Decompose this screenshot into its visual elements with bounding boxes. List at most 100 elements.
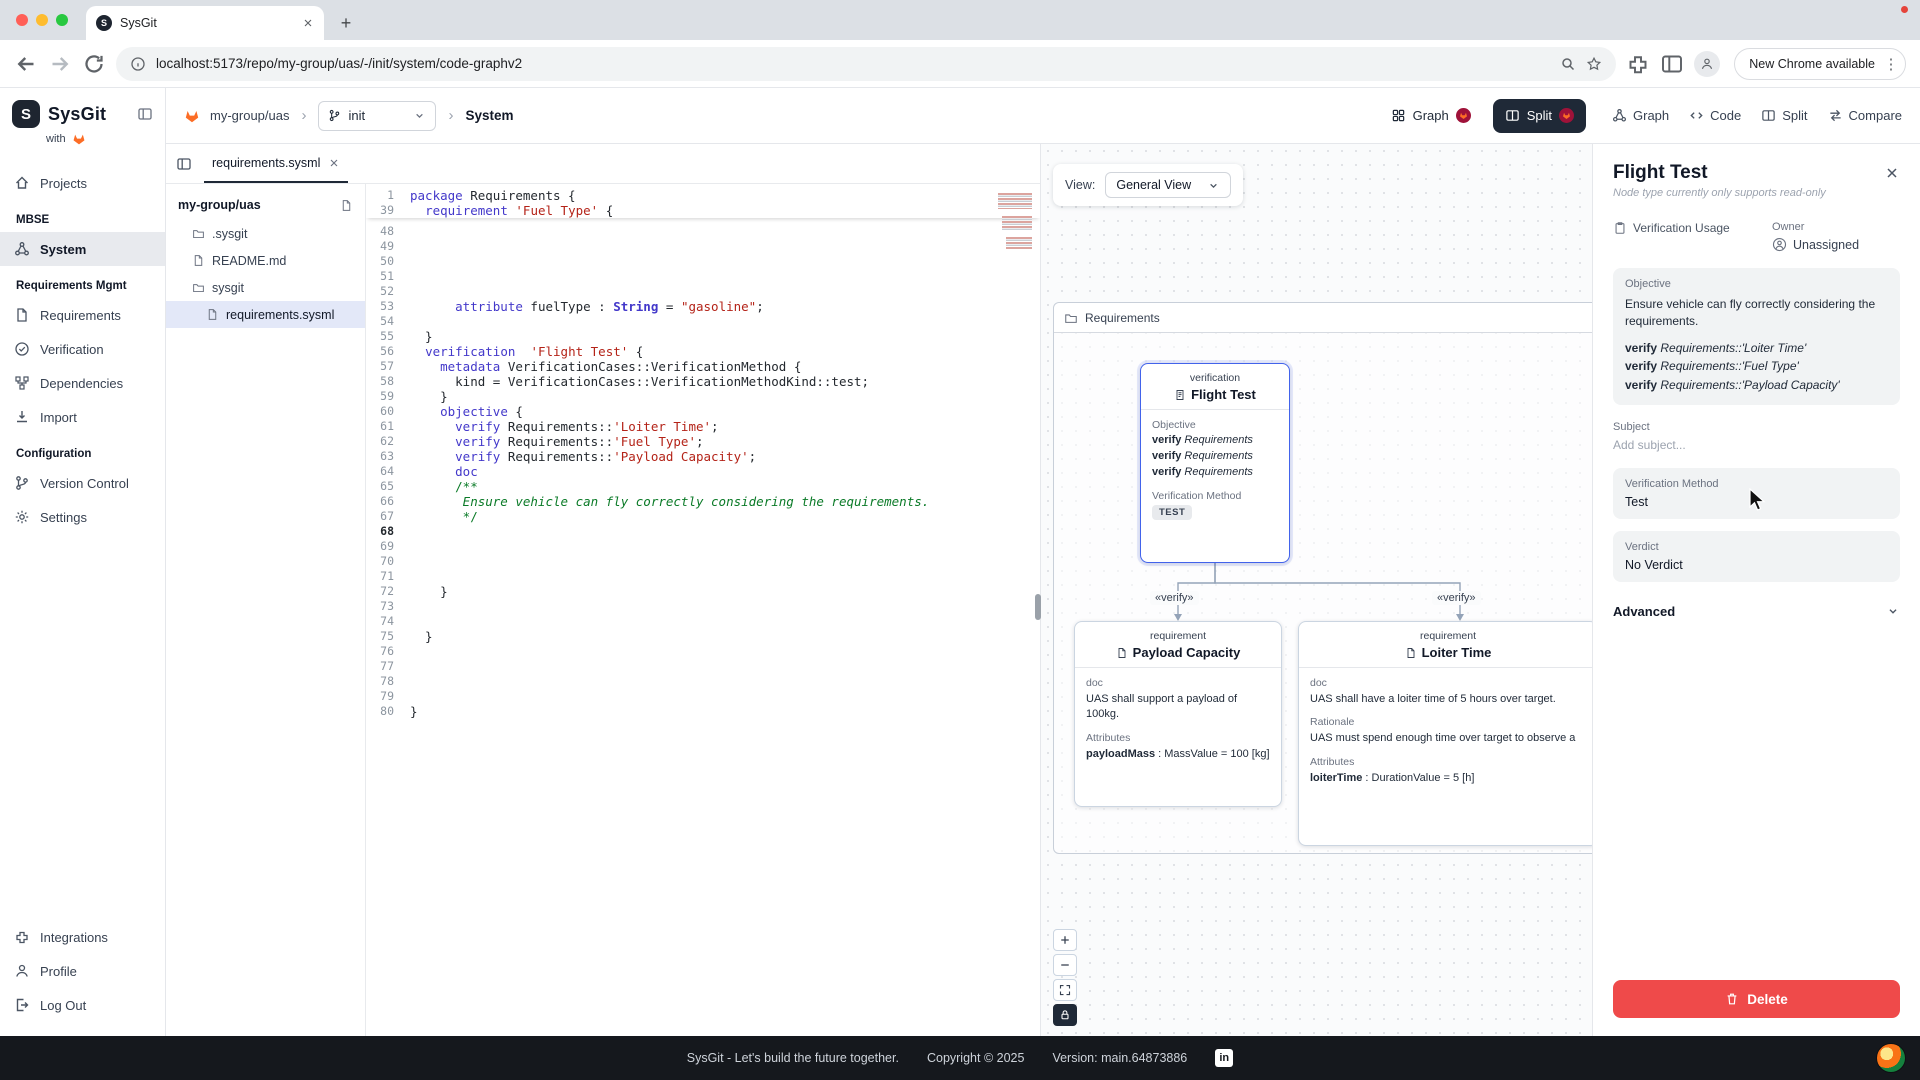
breadcrumb-repo[interactable]: my-group/uas: [210, 108, 289, 123]
split-drag-handle[interactable]: [1035, 594, 1041, 620]
code-line[interactable]: 51: [366, 269, 1040, 284]
site-info-icon[interactable]: [130, 56, 146, 72]
graph-node-loiter-time[interactable]: requirement Loiter Time doc UAS shall ha…: [1298, 621, 1592, 846]
close-icon[interactable]: [1884, 165, 1900, 181]
address-bar[interactable]: localhost:5173/repo/my-group/uas/-/init/…: [116, 46, 1617, 81]
sidebar-item-log-out[interactable]: Log Out: [0, 988, 165, 1022]
code-line[interactable]: 58 kind = VerificationCases::Verificatio…: [366, 374, 1040, 389]
sidebar-item-settings[interactable]: Settings: [0, 500, 165, 534]
sidebar-item-dependencies[interactable]: Dependencies: [0, 366, 165, 400]
code-line[interactable]: 69: [366, 539, 1040, 554]
sidebar-item-import[interactable]: Import: [0, 400, 165, 434]
tree-item-sysgit[interactable]: .sysgit: [166, 220, 365, 247]
code-line[interactable]: 39 requirement 'Fuel Type' {: [366, 203, 1040, 218]
code-line[interactable]: 74: [366, 614, 1040, 629]
view-button-graph[interactable]: Graph: [1378, 98, 1483, 133]
branch-selector[interactable]: init: [318, 100, 437, 131]
window-close-button[interactable]: [16, 14, 28, 26]
tab-close-icon[interactable]: [328, 157, 340, 169]
search-icon[interactable]: [1560, 56, 1576, 72]
advanced-toggle[interactable]: Advanced: [1613, 604, 1900, 619]
code-line[interactable]: 50: [366, 254, 1040, 269]
requirements-package-container[interactable]: Requirements «verify» «verify» verificat…: [1053, 302, 1592, 854]
code-line[interactable]: 57 metadata VerificationCases::Verificat…: [366, 359, 1040, 374]
browser-menu-icon[interactable]: ⋮: [1883, 55, 1899, 73]
extensions-icon[interactable]: [1626, 52, 1650, 76]
tree-item-requirements-sysml[interactable]: requirements.sysml: [166, 301, 365, 328]
reading-list-icon[interactable]: [1660, 52, 1684, 76]
code-editor[interactable]: 1 package Requirements {39 requirement 'F…: [366, 184, 1040, 1036]
mode-button-code[interactable]: Code: [1689, 108, 1741, 123]
chrome-update-button[interactable]: New Chrome available ⋮: [1734, 47, 1906, 80]
code-line[interactable]: 48: [366, 224, 1040, 239]
file-tab[interactable]: requirements.sysml: [204, 144, 349, 183]
code-line[interactable]: 80}: [366, 704, 1040, 719]
code-line[interactable]: 52: [366, 284, 1040, 299]
tab-close-icon[interactable]: [302, 17, 314, 29]
back-icon[interactable]: [14, 52, 38, 76]
code-line[interactable]: 66 Ensure vehicle can fly correctly cons…: [366, 494, 1040, 509]
sidebar-item-projects[interactable]: Projects: [0, 166, 165, 200]
window-maximize-button[interactable]: [56, 14, 68, 26]
code-line[interactable]: 67 */: [366, 509, 1040, 524]
code-line[interactable]: 55 }: [366, 329, 1040, 344]
graph-panel[interactable]: View: General View Requirements «verify»…: [1040, 144, 1592, 1036]
sidebar-item-integrations[interactable]: Integrations: [0, 920, 165, 954]
code-line[interactable]: 59 }: [366, 389, 1040, 404]
code-line[interactable]: 76: [366, 644, 1040, 659]
delete-button[interactable]: Delete: [1613, 980, 1900, 1018]
reload-icon[interactable]: [82, 52, 106, 76]
tree-item-sysgit[interactable]: sysgit: [166, 274, 365, 301]
mode-button-graph[interactable]: Graph: [1612, 108, 1669, 123]
code-line[interactable]: 68: [366, 524, 1040, 539]
view-select[interactable]: General View: [1105, 172, 1232, 198]
mode-button-split[interactable]: Split: [1761, 108, 1808, 123]
profile-avatar[interactable]: [1694, 50, 1721, 77]
linkedin-icon[interactable]: in: [1215, 1049, 1234, 1067]
sidebar-collapse-icon[interactable]: [137, 106, 153, 122]
window-minimize-button[interactable]: [36, 14, 48, 26]
zoom-lock-button[interactable]: [1053, 1004, 1077, 1026]
editor-minimap[interactable]: [988, 190, 1032, 410]
code-line[interactable]: 71: [366, 569, 1040, 584]
sidebar-item-system[interactable]: System: [0, 232, 165, 266]
explorer-root-row[interactable]: my-group/uas: [166, 194, 365, 220]
browser-tab[interactable]: S SysGit: [86, 6, 324, 40]
code-line[interactable]: 79: [366, 689, 1040, 704]
zoom-plus-button[interactable]: [1053, 929, 1077, 951]
new-tab-button[interactable]: +: [332, 9, 360, 37]
zoom-minus-button[interactable]: [1053, 954, 1077, 976]
code-line[interactable]: 56 verification 'Flight Test' {: [366, 344, 1040, 359]
code-line[interactable]: 65 /**: [366, 479, 1040, 494]
code-line[interactable]: 63 verify Requirements::'Payload Capacit…: [366, 449, 1040, 464]
code-line[interactable]: 60 objective {: [366, 404, 1040, 419]
subject-placeholder[interactable]: Add subject...: [1613, 438, 1900, 452]
code-line[interactable]: 72 }: [366, 584, 1040, 599]
code-line[interactable]: 62 verify Requirements::'Fuel Type';: [366, 434, 1040, 449]
code-line[interactable]: 78: [366, 674, 1040, 689]
forward-icon[interactable]: [48, 52, 72, 76]
code-line[interactable]: 77: [366, 659, 1040, 674]
tree-item-readme-md[interactable]: README.md: [166, 247, 365, 274]
code-line[interactable]: 1 package Requirements {: [366, 188, 1040, 203]
explorer-toggle-icon[interactable]: [176, 156, 192, 172]
code-line[interactable]: 49: [366, 239, 1040, 254]
file-icon[interactable]: [340, 199, 353, 212]
sidebar-item-profile[interactable]: Profile: [0, 954, 165, 988]
bookmark-star-icon[interactable]: [1586, 56, 1602, 72]
code-line[interactable]: 61 verify Requirements::'Loiter Time';: [366, 419, 1040, 434]
code-line[interactable]: 75 }: [366, 629, 1040, 644]
code-line[interactable]: 70: [366, 554, 1040, 569]
code-line[interactable]: 64 doc: [366, 464, 1040, 479]
sidebar-item-requirements[interactable]: Requirements: [0, 298, 165, 332]
graph-node-payload-capacity[interactable]: requirement Payload Capacity doc UAS sha…: [1074, 621, 1282, 807]
view-button-split[interactable]: Split: [1492, 98, 1587, 133]
owner-value-row[interactable]: Unassigned: [1772, 237, 1900, 252]
zoom-fit-button[interactable]: [1053, 979, 1077, 1001]
code-line[interactable]: 54: [366, 314, 1040, 329]
code-line[interactable]: 53 attribute fuelType : String = "gasoli…: [366, 299, 1040, 314]
mode-button-compare[interactable]: Compare: [1828, 108, 1902, 123]
sidebar-item-version-control[interactable]: Version Control: [0, 466, 165, 500]
graph-node-flight-test[interactable]: verification Flight Test Objective verif…: [1140, 363, 1290, 563]
sidebar-item-verification[interactable]: Verification: [0, 332, 165, 366]
